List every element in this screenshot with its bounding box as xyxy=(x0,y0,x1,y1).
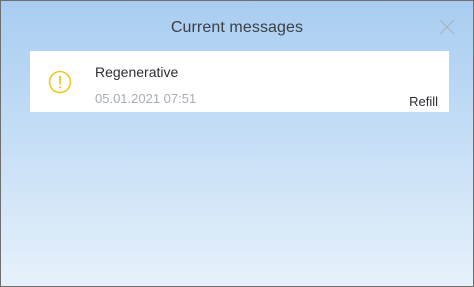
message-timestamp: 05.01.2021 07:51 xyxy=(95,91,197,106)
dialog-title: Current messages xyxy=(170,19,304,36)
message-action: Refill xyxy=(409,94,438,109)
messages-dialog: Current messages Regenerative 05.01.2021… xyxy=(0,0,474,287)
message-title: Regenerative xyxy=(95,64,179,80)
close-icon[interactable] xyxy=(437,17,457,37)
warning-icon xyxy=(48,70,72,94)
message-item[interactable]: Regenerative 05.01.2021 07:51 Refill xyxy=(30,51,449,112)
